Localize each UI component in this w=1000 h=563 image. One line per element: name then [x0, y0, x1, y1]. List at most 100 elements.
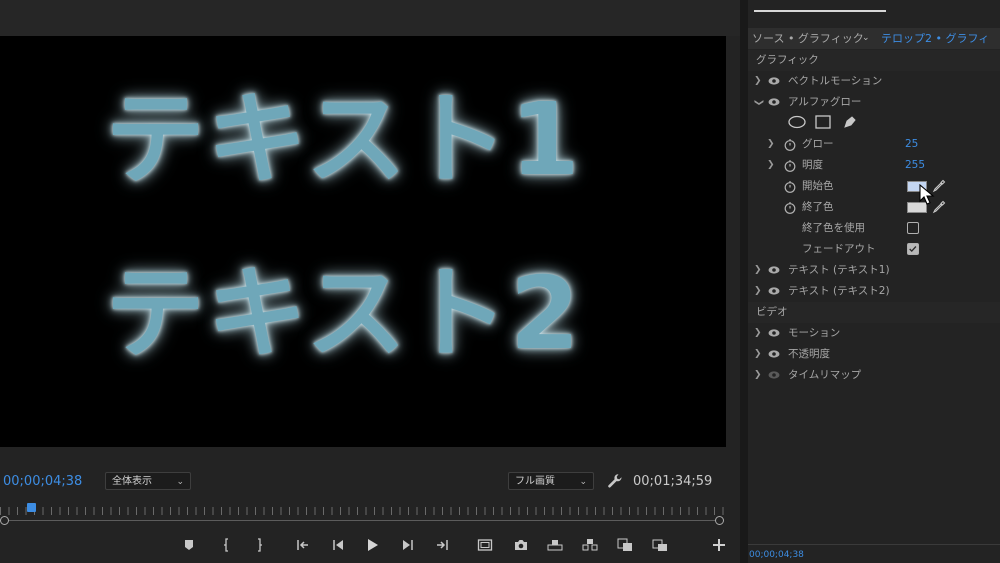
lift-button[interactable] — [546, 536, 564, 554]
effect-row-alpha-glow[interactable]: ❯ アルファグロー — [748, 92, 1000, 113]
title-text-2: テキスト2 — [105, 255, 582, 372]
param-row-use-end-color[interactable]: 終了色を使用 — [748, 218, 1000, 239]
eye-icon[interactable] — [768, 370, 780, 380]
add-marker-button[interactable] — [180, 536, 198, 554]
multicam-icon — [652, 539, 667, 551]
button-editor-button[interactable] — [710, 536, 728, 554]
stopwatch-icon[interactable] — [784, 138, 796, 151]
effect-row-text1[interactable]: ❯ テキスト (テキスト1) — [748, 260, 1000, 281]
chevron-right-icon[interactable]: ❯ — [754, 71, 762, 92]
chevron-right-icon[interactable]: ❯ — [754, 281, 762, 302]
time-ruler[interactable] — [0, 500, 726, 528]
ruler-ticks — [0, 507, 726, 515]
effect-label: タイムリマップ — [788, 369, 862, 381]
go-to-in-button[interactable] — [294, 536, 312, 554]
graphics-section-label: グラフィック — [756, 54, 819, 66]
mouse-cursor-icon — [919, 184, 935, 205]
effect-controls-panel: ソース • グラフィック ⌄ テロップ2 • グラフィック グラフィック ❯ ベ… — [748, 0, 1000, 563]
go-to-out-icon — [437, 540, 448, 550]
playhead-marker[interactable] — [27, 503, 36, 512]
chevron-right-icon[interactable]: ❯ — [754, 365, 762, 386]
effect-label: 不透明度 — [788, 348, 830, 360]
effect-row-opacity[interactable]: ❯ 不透明度 — [748, 344, 1000, 365]
param-label: 開始色 — [802, 180, 834, 192]
mark-out-button[interactable] — [250, 536, 268, 554]
safe-margins-icon — [477, 539, 493, 551]
program-monitor: テキスト1 テキスト2 00;00;04;38 全体表示 ⌄ フル画質 ⌄ 00… — [0, 0, 740, 563]
graphics-section-header: グラフィック — [748, 50, 1000, 71]
step-back-button[interactable] — [329, 536, 347, 554]
param-row-glow[interactable]: ❯ グロー 25 — [748, 134, 1000, 155]
wrench-icon[interactable] — [606, 472, 624, 490]
zoom-level-value: 全体表示 — [112, 476, 152, 487]
mark-in-button[interactable] — [218, 536, 236, 554]
param-row-start-color[interactable]: 開始色 — [748, 176, 1000, 197]
extract-button[interactable] — [581, 536, 599, 554]
playhead-timecode[interactable]: 00;00;04;38 — [3, 474, 82, 489]
source-label: ソース • グラフィック — [752, 32, 864, 45]
safe-margins-button[interactable] — [476, 536, 494, 554]
chevron-right-icon[interactable]: ❯ — [754, 344, 762, 365]
chevron-right-icon[interactable]: ❯ — [754, 260, 762, 281]
eye-icon[interactable] — [768, 328, 780, 338]
fade-out-checkbox[interactable] — [907, 243, 919, 255]
zoom-start-handle[interactable] — [0, 516, 9, 525]
effect-row-text2[interactable]: ❯ テキスト (テキスト2) — [748, 281, 1000, 302]
chevron-right-icon[interactable]: ❯ — [754, 323, 762, 344]
glow-value[interactable]: 25 — [905, 134, 918, 155]
title-text-1: テキスト1 — [105, 81, 582, 198]
step-forward-icon — [403, 540, 413, 550]
export-frame-button[interactable] — [512, 536, 530, 554]
param-row-end-color[interactable]: 終了色 — [748, 197, 1000, 218]
go-to-out-button[interactable] — [433, 536, 451, 554]
use-end-color-checkbox[interactable] — [907, 222, 919, 234]
duration-timecode: 00;01;34;59 — [633, 474, 713, 489]
panel-divider[interactable] — [740, 0, 748, 563]
effect-label: ベクトルモーション — [788, 75, 883, 87]
eye-icon[interactable] — [768, 76, 780, 86]
param-row-fade-out[interactable]: フェードアウト — [748, 239, 1000, 260]
play-button[interactable] — [363, 536, 381, 554]
extract-icon — [582, 539, 598, 551]
stopwatch-icon[interactable] — [784, 159, 796, 172]
step-forward-button[interactable] — [399, 536, 417, 554]
monitor-header — [0, 0, 740, 36]
marker-icon — [185, 540, 193, 550]
mask-tools-row — [748, 112, 1000, 133]
zoom-scroll-track[interactable] — [4, 520, 720, 521]
chevron-right-icon[interactable]: ❯ — [767, 155, 775, 176]
playback-quality-select[interactable]: フル画質 ⌄ — [508, 472, 594, 490]
param-label: フェードアウト — [802, 243, 876, 255]
stopwatch-icon[interactable] — [784, 201, 796, 214]
monitor-timecode-row: 00;00;04;38 全体表示 ⌄ フル画質 ⌄ 00;01;34;59 — [0, 470, 740, 494]
eye-icon[interactable] — [768, 349, 780, 359]
effect-row-vector-motion[interactable]: ❯ ベクトルモーション — [748, 71, 1000, 92]
eye-icon[interactable] — [768, 97, 780, 107]
chevron-down-icon[interactable]: ⌄ — [862, 28, 870, 49]
chevron-right-icon[interactable]: ❯ — [767, 134, 775, 155]
ellipse-mask-icon[interactable] — [788, 115, 806, 129]
panel-divider-line — [748, 544, 1000, 545]
stopwatch-icon[interactable] — [784, 180, 796, 193]
effect-row-motion[interactable]: ❯ モーション — [748, 323, 1000, 344]
rectangle-mask-icon[interactable] — [815, 115, 831, 129]
layer-label: テキスト (テキスト1) — [788, 264, 890, 276]
effect-row-time-remap[interactable]: ❯ タイムリマップ — [748, 365, 1000, 386]
video-preview[interactable]: テキスト1 テキスト2 — [0, 36, 726, 447]
compare-icon — [617, 538, 632, 551]
zoom-level-select[interactable]: 全体表示 ⌄ — [105, 472, 191, 490]
step-back-icon — [333, 540, 343, 550]
camera-icon — [515, 540, 527, 550]
param-row-brightness[interactable]: ❯ 明度 255 — [748, 155, 1000, 176]
pen-mask-icon[interactable] — [842, 114, 858, 130]
zoom-end-handle[interactable] — [715, 516, 724, 525]
checkmark-icon — [909, 246, 917, 253]
compare-view-button[interactable] — [616, 536, 634, 554]
brightness-value[interactable]: 255 — [905, 155, 925, 176]
playback-quality-value: フル画質 — [515, 476, 555, 487]
eye-icon[interactable] — [768, 286, 780, 296]
eye-icon[interactable] — [768, 265, 780, 275]
multicam-toggle-button[interactable] — [651, 536, 669, 554]
video-section-header: ビデオ — [748, 302, 1000, 323]
chevron-down-icon[interactable]: ❯ — [747, 99, 768, 107]
